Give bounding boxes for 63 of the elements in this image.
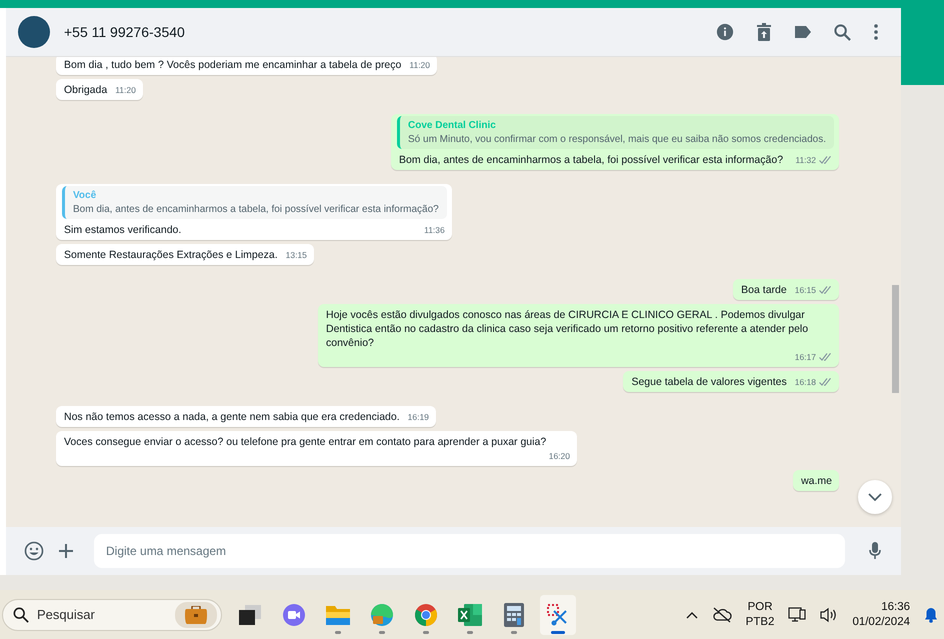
microphone-icon[interactable] xyxy=(869,542,881,560)
emoji-icon[interactable] xyxy=(24,541,44,561)
message-text: wa.me xyxy=(801,474,832,488)
language-indicator[interactable]: POR PTB2 xyxy=(746,600,774,630)
message-text: Somente Restaurações Extrações e Limpeza. xyxy=(64,248,278,262)
message-time: 16:19 xyxy=(408,411,429,424)
quote-author: Você xyxy=(73,190,98,201)
browser-icon xyxy=(370,602,394,626)
message-time: 11:32 xyxy=(795,154,816,167)
quoted-message[interactable]: Você Bom dia, antes de encaminharmos a tabela, foi possível verificar esta informação? xyxy=(62,186,447,219)
message-text: Nos não temos acesso a nada, a gente nem sabia que era credenciado. xyxy=(64,410,400,424)
double-check-icon xyxy=(819,286,832,294)
avatar[interactable] xyxy=(18,16,50,48)
message-text: Boa tarde xyxy=(741,283,787,297)
network-icon[interactable] xyxy=(788,606,806,622)
double-check-icon xyxy=(819,156,832,164)
message-text: Voces consegue enviar o acesso? ou telefone pra gente entrar em contato para aprender a puxar guia? xyxy=(64,435,546,449)
quoted-message[interactable]: Cove Dental Clinic Só um Minuto, vou confirmar com o responsável, mais que eu saiba não somos credenciados. xyxy=(397,116,834,149)
message-text: Bom dia, antes de encaminharmos a tabela, foi possível verificar esta informação? xyxy=(399,153,784,167)
message-time: 11:20 xyxy=(115,84,136,97)
taskbar-app[interactable] xyxy=(540,594,576,634)
browser-icon xyxy=(414,602,438,626)
volume-icon[interactable] xyxy=(820,606,838,622)
video-call-icon xyxy=(282,602,306,626)
quote-text: Bom dia, antes de encaminharmos a tabela, foi possível verificar esta informação? xyxy=(73,204,439,215)
search-icon xyxy=(13,606,29,622)
plus-icon[interactable] xyxy=(58,543,74,559)
chevron-up-icon[interactable] xyxy=(686,610,698,618)
double-check-icon xyxy=(819,378,832,386)
cloud-off-icon[interactable] xyxy=(712,606,732,622)
folder-icon xyxy=(325,604,351,626)
clock[interactable]: 16:36 01/02/2024 xyxy=(852,600,910,630)
scrollbar-thumb[interactable] xyxy=(892,285,899,393)
menu-icon[interactable] xyxy=(873,24,879,40)
message-text: Hoje vocês estão divulgados conosco nas áreas de CIRURCIA E CLINICO GERAL . Podemos divulgar Dentistica então no cadastro da clinica caso seja verificado um retorno positivo referente a atender pelo convênio? xyxy=(326,308,810,350)
message-time: 11:36 xyxy=(424,224,445,237)
label-icon[interactable] xyxy=(794,25,812,39)
contact-name[interactable]: +55 11 99276-3540 xyxy=(64,24,185,40)
taskbar-search[interactable]: Pesquisar xyxy=(2,598,222,630)
chevron-down-icon xyxy=(868,493,882,501)
message-time: 16:20 xyxy=(548,450,570,463)
calculator-icon xyxy=(504,602,524,626)
message-time: 11:20 xyxy=(409,59,430,72)
message-time: 16:18 xyxy=(794,376,816,389)
delete-icon[interactable] xyxy=(756,23,772,41)
message-text: Bom dia , tudo bem ? Vocês poderiam me encaminhar a tabela de preço xyxy=(64,58,402,72)
message-time: 16:17 xyxy=(794,351,816,364)
search-icon[interactable] xyxy=(834,24,851,40)
message-input[interactable]: Digite uma mensagem xyxy=(94,534,845,568)
scroll-down-button[interactable] xyxy=(858,480,892,514)
message-text: Obrigada xyxy=(64,83,108,97)
message-text: Sim estamos verificando. xyxy=(64,223,182,237)
quote-author: Cove Dental Clinic xyxy=(408,120,497,131)
bell-icon[interactable] xyxy=(924,606,938,622)
search-placeholder: Pesquisar xyxy=(37,607,95,622)
info-icon[interactable] xyxy=(716,23,734,41)
quote-text: Só um Minuto, vou confirmar com o responsável, mais que eu saiba não somos credenciados. xyxy=(408,134,826,145)
message-time: 16:15 xyxy=(794,284,816,297)
double-check-icon xyxy=(819,353,832,361)
briefcase-icon[interactable] xyxy=(175,602,217,628)
spreadsheet-icon xyxy=(458,604,482,626)
message-time: 13:15 xyxy=(286,249,307,262)
message-text: Segue tabela de valores vigentes xyxy=(631,375,787,389)
